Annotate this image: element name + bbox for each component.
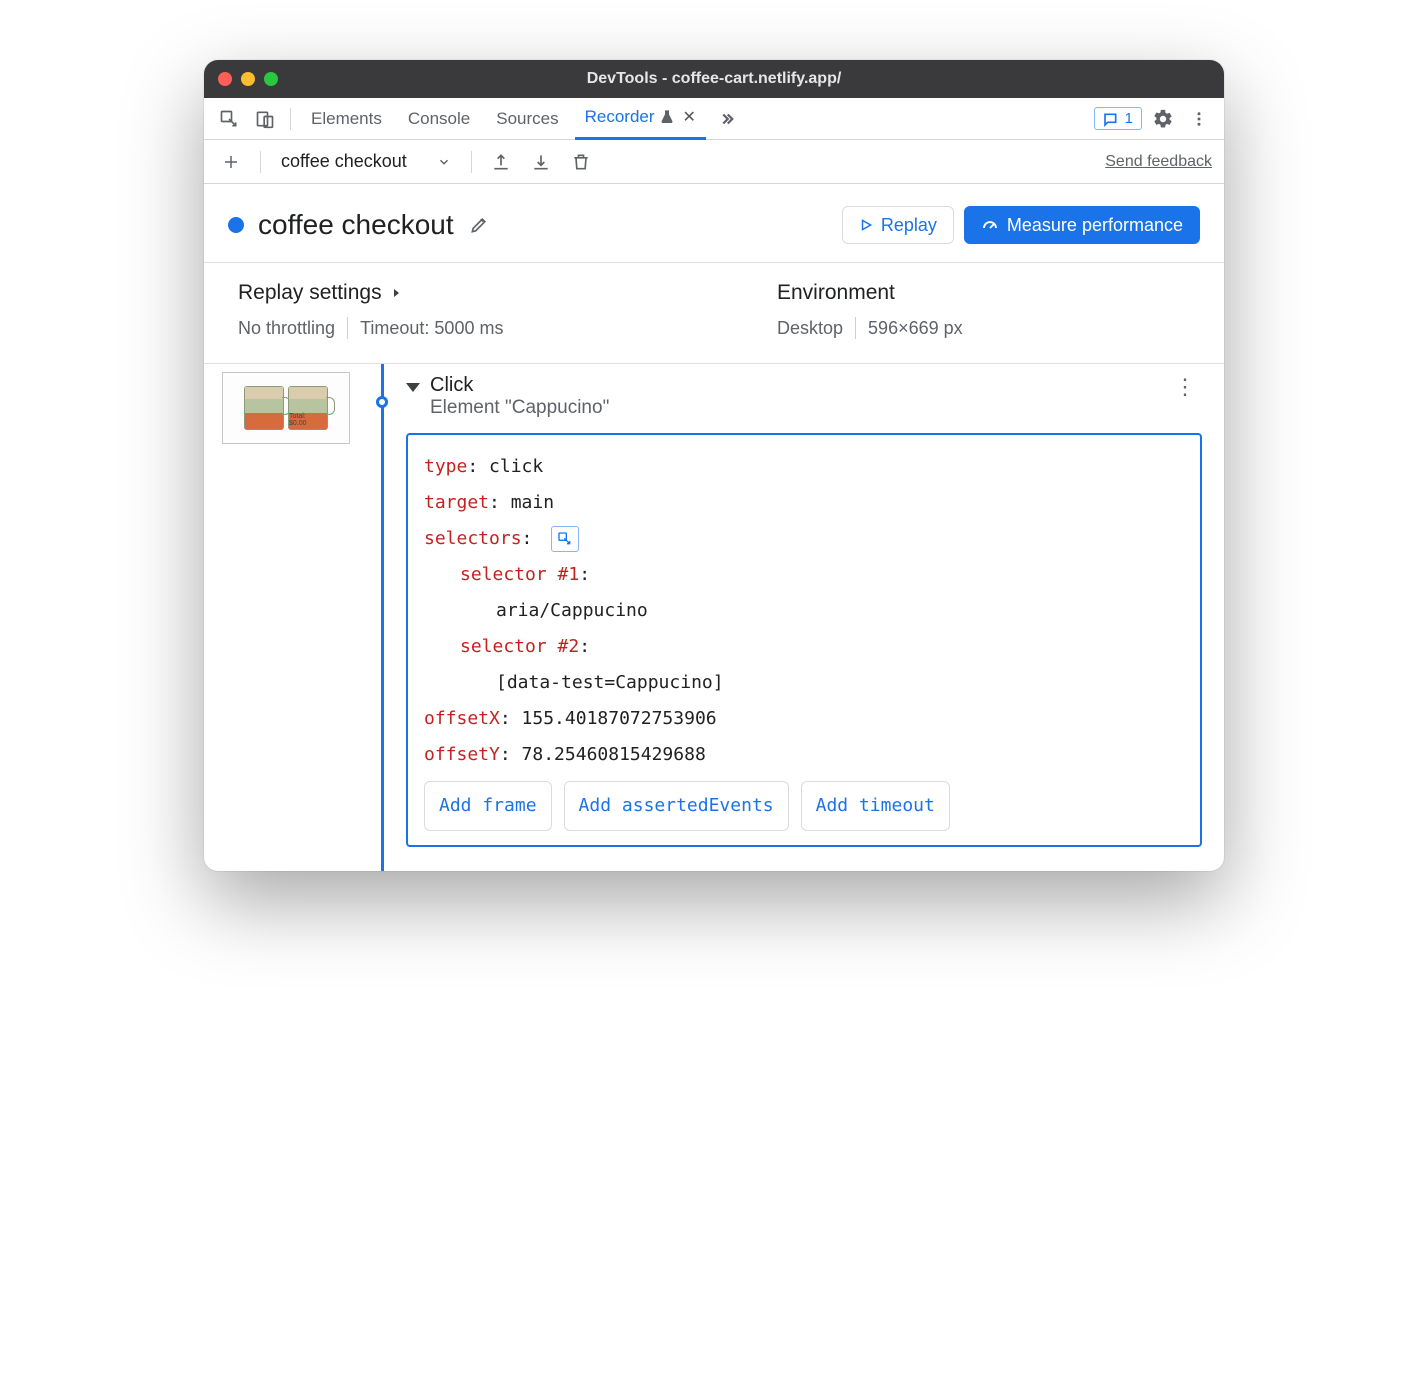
field-key: offsetY [424,744,500,765]
replay-settings-toggle[interactable]: Replay settings [238,281,657,305]
timeout-value: Timeout: 5000 ms [360,318,503,339]
timeline [364,364,400,871]
replay-button[interactable]: Replay [842,206,954,244]
collapse-icon [406,383,420,392]
replay-settings-label: Replay settings [238,281,382,305]
recording-select[interactable]: coffee checkout [275,149,457,174]
export-icon[interactable] [486,147,516,177]
settings-row: Replay settings No throttling Timeout: 5… [204,263,1224,364]
add-asserted-events-button[interactable]: Add assertedEvents [564,781,789,831]
separator [260,151,261,173]
environment-label: Environment [777,281,895,305]
minimize-window-button[interactable] [241,72,255,86]
selector-picker-icon[interactable] [551,526,579,552]
measure-performance-button[interactable]: Measure performance [964,206,1200,244]
tab-console[interactable]: Console [398,98,480,140]
experiment-icon [659,109,675,125]
add-frame-button[interactable]: Add frame [424,781,552,831]
gauge-icon [981,216,999,234]
measure-button-label: Measure performance [1007,215,1183,236]
step-area: Total: $0.00 Click Element "Cappucino" ⋮… [204,364,1224,871]
timeline-step-dot[interactable] [376,396,388,408]
field-key: selectors [424,528,522,549]
environment-device: Desktop [777,318,843,339]
add-timeout-button[interactable]: Add timeout [801,781,950,831]
field-key: selector #1 [460,564,579,585]
import-icon[interactable] [526,147,556,177]
recording-title: coffee checkout [258,209,454,241]
tab-sources[interactable]: Sources [486,98,568,140]
devtools-tabstrip: Elements Console Sources Recorder ✕ 1 [204,98,1224,140]
inspect-element-icon[interactable] [214,104,244,134]
separator [471,151,472,173]
field-key: offsetX [424,708,500,729]
field-key: type [424,456,467,477]
field-val[interactable]: click [489,456,543,477]
settings-gear-icon[interactable] [1148,104,1178,134]
recording-header: coffee checkout Replay Measure performan… [204,184,1224,263]
devtools-window: DevTools - coffee-cart.netlify.app/ Elem… [204,60,1224,871]
throttling-value: No throttling [238,318,335,339]
recording-status-dot [228,217,244,233]
fullscreen-window-button[interactable] [264,72,278,86]
recording-select-value: coffee checkout [281,151,407,172]
window-title: DevTools - coffee-cart.netlify.app/ [204,70,1224,88]
field-key: selector #2 [460,636,579,657]
field-val[interactable]: main [511,492,554,513]
recorder-toolbar: coffee checkout Send feedback [204,140,1224,184]
close-window-button[interactable] [218,72,232,86]
step-header[interactable]: Click Element "Cappucino" ⋮ [406,374,1202,419]
step-thumbnail[interactable]: Total: $0.00 [222,372,350,444]
tab-elements[interactable]: Elements [301,98,392,140]
edit-title-icon[interactable] [464,210,494,240]
tab-recorder[interactable]: Recorder ✕ [575,98,706,140]
step-title: Click [430,374,609,397]
tab-recorder-label: Recorder [585,107,655,127]
environment-size: 596×669 px [868,318,963,339]
delete-icon[interactable] [566,147,596,177]
offsetx-value[interactable]: 155.40187072753906 [522,708,717,729]
new-recording-button[interactable] [216,147,246,177]
step-details: type: click target: main selectors: sele… [406,433,1202,847]
chevron-right-icon [390,287,402,299]
traffic-lights [218,72,278,86]
play-icon [859,218,873,232]
offsety-value[interactable]: 78.25460815429688 [522,744,706,765]
separator [347,317,348,339]
send-feedback-link[interactable]: Send feedback [1105,153,1212,171]
close-tab-icon[interactable]: ✕ [683,107,696,127]
selector-2-value[interactable]: [data-test=Cappucino] [496,672,724,693]
step-subtitle: Element "Cappucino" [430,397,609,419]
kebab-menu-icon[interactable] [1184,104,1214,134]
step-menu-icon[interactable]: ⋮ [1174,374,1202,400]
more-tabs-icon[interactable] [712,104,742,134]
device-toolbar-icon[interactable] [250,104,280,134]
chevron-down-icon [437,155,451,169]
titlebar: DevTools - coffee-cart.netlify.app/ [204,60,1224,98]
issues-badge[interactable]: 1 [1094,107,1142,130]
separator [290,108,291,130]
field-key: target [424,492,489,513]
replay-button-label: Replay [881,215,937,236]
selector-1-value[interactable]: aria/Cappucino [496,600,648,621]
issues-count: 1 [1125,110,1133,127]
separator [855,317,856,339]
